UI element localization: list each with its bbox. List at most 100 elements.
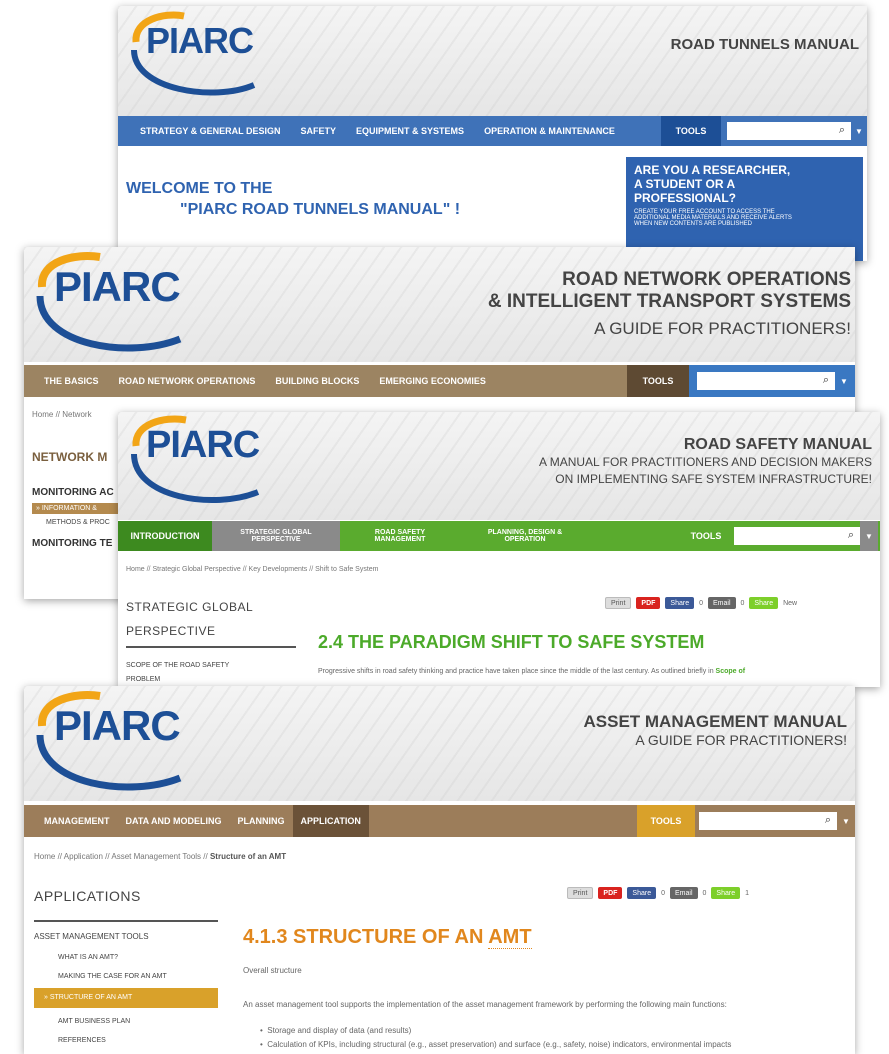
logo-text: PIARC (146, 424, 260, 466)
sidebar-item-information-active[interactable]: » INFORMATION & (32, 503, 118, 514)
nav-application[interactable]: APPLICATION (292, 805, 369, 837)
nav-planning[interactable]: PLANNING (230, 805, 293, 837)
road-tunnels-screenshot: PIARC ROAD TUNNELS MANUAL STRATEGY & GEN… (118, 6, 867, 261)
nav-road-safety-management[interactable]: ROAD SAFETY MANAGEMENT (340, 521, 460, 551)
print-button[interactable]: Print (567, 887, 594, 899)
search-icon[interactable]: ⌕ (848, 529, 854, 542)
search-icon[interactable]: ⌕ (825, 814, 831, 827)
sidebar-section-asset-tools[interactable]: ASSET MANAGEMENT TOOLS (34, 932, 149, 941)
search-icon[interactable]: ⌕ (823, 374, 829, 387)
tools-button[interactable]: TOOLS (678, 521, 734, 551)
share-button[interactable]: Share (749, 597, 779, 609)
intro-text: Progressive shifts in road safety thinki… (318, 668, 714, 675)
facebook-label: Share (632, 889, 652, 897)
facebook-share-button[interactable]: Share (627, 887, 657, 899)
sidebar-item-monitoring-te[interactable]: MONITORING TE (32, 538, 112, 549)
tools-button[interactable]: TOOLS (637, 805, 695, 837)
nav-building-blocks[interactable]: BUILDING BLOCKS (265, 365, 369, 397)
intro-paragraph: Progressive shifts in road safety thinki… (318, 668, 745, 675)
sidebar-heading-1: STRATEGIC GLOBAL (126, 600, 254, 614)
nav-emerging-economies[interactable]: EMERGING ECONOMIES (369, 365, 496, 397)
piarc-logo[interactable]: PIARC (30, 251, 190, 356)
search-input[interactable]: ⌕ (697, 372, 835, 390)
piarc-logo[interactable]: PIARC (124, 10, 264, 100)
chevron-down-icon[interactable]: ▼ (835, 365, 853, 397)
promo-line-3: PROFESSIONAL? (634, 191, 737, 205)
promo-small-3: WHEN NEW CONTENTS ARE PUBLISHED (634, 221, 753, 227)
welcome-heading-1: WELCOME TO THE (126, 180, 273, 197)
print-button[interactable]: Print (605, 597, 632, 609)
nav-equipment[interactable]: EQUIPMENT & SYSTEMS (346, 116, 474, 146)
sidebar-item-methods[interactable]: METHODS & PROC (46, 519, 110, 526)
piarc-logo[interactable]: PIARC (30, 690, 190, 795)
chevron-down-icon[interactable]: ▼ (860, 521, 878, 551)
breadcrumb[interactable]: Home // Application // Asset Management … (34, 852, 286, 861)
page-title: 2.4 THE PARADIGM SHIFT TO SAFE SYSTEM (318, 632, 705, 652)
email-button[interactable]: Email (670, 887, 698, 899)
search-input[interactable]: ⌕ (734, 527, 860, 545)
tools-area: TOOLS ⌕ ▼ (627, 365, 855, 397)
site-subtitle: A GUIDE FOR PRACTITIONERS! (635, 732, 847, 748)
nav-introduction[interactable]: INTRODUCTION (118, 521, 212, 551)
search-input[interactable]: ⌕ (699, 812, 837, 830)
site-title: ROAD TUNNELS MANUAL (670, 36, 859, 53)
tools-area: TOOLS ⌕ ▼ (678, 521, 880, 551)
road-safety-screenshot: PIARC ROAD SAFETY MANUAL A MANUAL FOR PR… (118, 412, 880, 687)
nav-management[interactable]: MANAGEMENT (24, 805, 118, 837)
logo-text: PIARC (146, 20, 254, 61)
site-title-1: ROAD NETWORK OPERATIONS (562, 269, 851, 290)
pdf-label: PDF (641, 599, 656, 607)
sidebar-item-monitoring-ac[interactable]: MONITORING AC (32, 487, 114, 498)
facebook-share-button[interactable]: Share (665, 597, 695, 609)
page-title: 4.1.3 STRUCTURE OF AN AMT (243, 926, 532, 949)
facebook-count: 0 (661, 889, 665, 897)
facebook-count: 0 (699, 599, 703, 607)
breadcrumb-path[interactable]: Home // Application // Asset Management … (34, 852, 210, 861)
sidebar-item-references[interactable]: REFERENCES (58, 1037, 106, 1044)
breadcrumb[interactable]: Home // Network (32, 410, 92, 419)
nav-basics[interactable]: THE BASICS (24, 365, 109, 397)
bullet-text-2: Calculation of KPIs, including structura… (267, 1040, 732, 1049)
nav-safety[interactable]: SAFETY (291, 116, 347, 146)
chevron-down-icon[interactable]: ▼ (837, 805, 855, 837)
nav-strategy[interactable]: STRATEGY & GENERAL DESIGN (118, 116, 291, 146)
tools-button[interactable]: TOOLS (661, 116, 721, 146)
sidebar-item-making-case[interactable]: MAKING THE CASE FOR AN AMT (58, 973, 167, 980)
chevron-down-icon[interactable]: ▼ (851, 116, 867, 146)
email-label: Email (713, 599, 731, 607)
nav-strategic-global-perspective[interactable]: STRATEGIC GLOBAL PERSPECTIVE (212, 521, 340, 551)
body-paragraph: An asset management tool supports the im… (243, 1000, 727, 1009)
email-button[interactable]: Email (708, 597, 736, 609)
pdf-button[interactable]: PDF (636, 597, 661, 609)
site-title: ROAD SAFETY MANUAL (683, 436, 872, 453)
breadcrumb[interactable]: Home // Strategic Global Perspective // … (126, 566, 379, 573)
sidebar-item-problem[interactable]: PROBLEM (126, 676, 160, 683)
tools-area: TOOLS ⌕ ▼ (661, 116, 867, 146)
sidebar-item-what-is-amt[interactable]: WHAT IS AN AMT? (58, 954, 118, 961)
sidebar-item-structure-active[interactable]: » STRUCTURE OF AN AMT (34, 988, 218, 1008)
page-title-link[interactable]: AMT (488, 926, 532, 949)
nav-planning-design-operation[interactable]: PLANNING, DESIGN & OPERATION (460, 521, 590, 551)
subheading: Overall structure (243, 966, 302, 975)
sidebar-item-scope[interactable]: SCOPE OF THE ROAD SAFETY (126, 662, 229, 669)
nav-operation[interactable]: OPERATION & MAINTENANCE (474, 116, 625, 146)
print-label: Print (611, 599, 626, 607)
share-button[interactable]: Share (711, 887, 741, 899)
promo-box[interactable]: ARE YOU A RESEARCHER, A STUDENT OR A PRO… (626, 157, 863, 261)
bullet-text-1: Storage and display of data (and results… (267, 1026, 412, 1035)
sidebar-item-business-plan[interactable]: AMT BUSINESS PLAN (58, 1018, 130, 1025)
pdf-button[interactable]: PDF (598, 887, 623, 899)
logo-text: PIARC (54, 702, 181, 749)
piarc-logo[interactable]: PIARC (124, 414, 264, 509)
nav-road-network-operations[interactable]: ROAD NETWORK OPERATIONS (109, 365, 266, 397)
nav-data-and-modeling[interactable]: DATA AND MODELING (118, 805, 230, 837)
intro-link[interactable]: Scope of (716, 668, 746, 675)
promo-line-1: ARE YOU A RESEARCHER, (634, 163, 791, 177)
share-label: Share (754, 599, 774, 607)
tools-button[interactable]: TOOLS (627, 365, 689, 397)
search-icon[interactable]: ⌕ (839, 124, 845, 137)
tools-area: TOOLS ⌕ ▼ (637, 805, 855, 837)
email-label: Email (675, 889, 693, 897)
sidebar-divider (34, 920, 218, 922)
search-input[interactable]: ⌕ (727, 122, 851, 140)
